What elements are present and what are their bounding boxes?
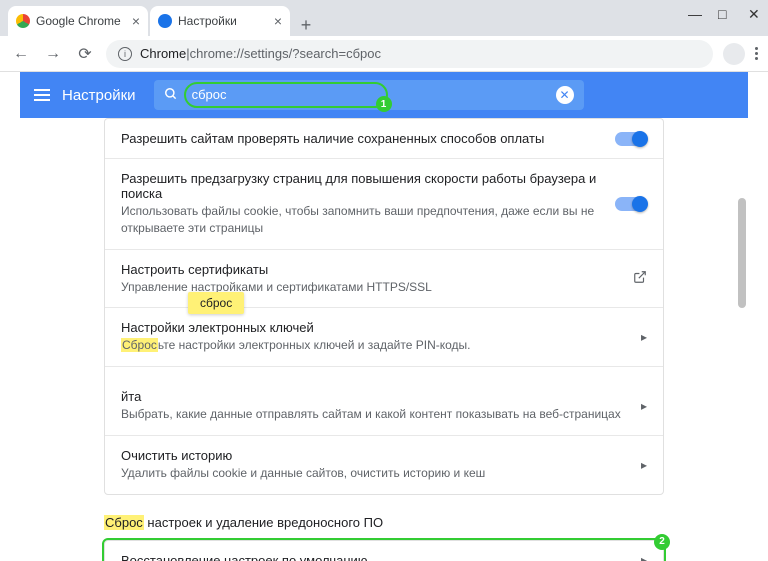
back-button[interactable]: ← — [10, 45, 32, 63]
address-bar[interactable]: i Chrome | chrome://settings/?search=сбр… — [106, 40, 713, 68]
forward-button[interactable]: → — [42, 45, 64, 63]
row-restore-defaults[interactable]: 2 Восстановление настроек по умолчанию ▸ — [105, 541, 663, 561]
settings-search-box[interactable]: 1 ✕ — [154, 80, 584, 110]
browser-menu-button[interactable] — [755, 47, 758, 60]
scrollbar-thumb[interactable] — [738, 198, 746, 308]
row-title: Разрешить предзагрузку страниц для повыш… — [121, 171, 603, 201]
close-window-button[interactable]: ✕ — [748, 8, 760, 20]
tab-google-chrome[interactable]: Google Chrome × — [8, 6, 148, 36]
tab-title: Настройки — [178, 14, 237, 28]
settings-card-reset: 2 Восстановление настроек по умолчанию ▸… — [104, 540, 664, 561]
minimize-button[interactable]: — — [688, 8, 700, 20]
browser-toolbar: ← → ⟳ i Chrome | chrome://settings/?sear… — [0, 36, 768, 72]
site-info-icon[interactable]: i — [118, 47, 132, 61]
chevron-right-icon: ▸ — [641, 399, 647, 413]
reload-button[interactable]: ⟳ — [74, 44, 96, 64]
section-reset-title: Сброс настроек и удаление вредоносного П… — [104, 515, 664, 530]
row-site-settings[interactable]: йта Выбрать, какие данные отправлять сай… — [105, 367, 663, 436]
tooltip: сброс — [188, 292, 244, 314]
tab-favicon — [16, 14, 30, 28]
search-highlight: Сброс — [104, 515, 144, 530]
row-allow-payment-check[interactable]: Разрешить сайтам проверять наличие сохра… — [105, 119, 663, 159]
browser-tabs-bar: Google Chrome × Настройки × + — [0, 0, 768, 36]
search-highlight: Сброс — [121, 338, 158, 352]
row-preload-pages[interactable]: Разрешить предзагрузку страниц для повыш… — [105, 159, 663, 250]
row-subtitle: Выбрать, какие данные отправлять сайтам … — [121, 406, 629, 423]
row-subtitle: Использовать файлы cookie, чтобы запомни… — [121, 203, 603, 237]
row-subtitle: Удалить файлы cookie и данные сайтов, оч… — [121, 465, 629, 482]
search-icon — [164, 87, 178, 104]
tab-favicon — [158, 14, 172, 28]
chevron-right-icon: ▸ — [641, 330, 647, 344]
new-tab-button[interactable]: + — [292, 15, 320, 36]
row-title: Восстановление настроек по умолчанию — [121, 553, 629, 561]
annotation-badge-2: 2 — [654, 534, 670, 550]
maximize-button[interactable]: □ — [718, 8, 730, 20]
annotation-badge-1: 1 — [376, 96, 392, 112]
profile-avatar[interactable] — [723, 43, 745, 65]
row-title: Настройки электронных ключей — [121, 320, 629, 335]
url-host: Chrome — [140, 46, 186, 61]
search-input[interactable] — [192, 87, 368, 102]
settings-header: Настройки 1 ✕ — [20, 72, 748, 118]
window-controls: — □ ✕ — [688, 8, 760, 20]
external-link-icon — [633, 270, 647, 287]
toggle-payment-check[interactable] — [615, 132, 647, 146]
row-clear-browsing-data[interactable]: Очистить историю Удалить файлы cookie и … — [105, 436, 663, 494]
row-title: Настроить сертификаты — [121, 262, 621, 277]
menu-icon[interactable] — [34, 89, 50, 101]
row-security-keys[interactable]: Настройки электронных ключей Сбросьте на… — [105, 308, 663, 367]
tab-settings[interactable]: Настройки × — [150, 6, 290, 36]
clear-search-icon[interactable]: ✕ — [556, 86, 574, 104]
chevron-right-icon: ▸ — [641, 458, 647, 472]
close-tab-icon[interactable]: × — [274, 13, 282, 29]
chevron-right-icon: ▸ — [641, 553, 647, 561]
page-title: Настройки — [62, 87, 136, 104]
settings-page: Настройки 1 ✕ Разрешить сайтам проверять… — [0, 72, 768, 561]
url-path: chrome://settings/?search=сброс — [190, 46, 381, 61]
toggle-preload[interactable] — [615, 197, 647, 211]
settings-body: Разрешить сайтам проверять наличие сохра… — [0, 118, 768, 561]
tab-title: Google Chrome — [36, 14, 121, 28]
row-title: йта — [121, 389, 629, 404]
close-tab-icon[interactable]: × — [132, 13, 140, 29]
row-title: Разрешить сайтам проверять наличие сохра… — [121, 131, 603, 146]
row-subtitle: Сбросьте настройки электронных ключей и … — [121, 337, 629, 354]
row-title: Очистить историю — [121, 448, 629, 463]
